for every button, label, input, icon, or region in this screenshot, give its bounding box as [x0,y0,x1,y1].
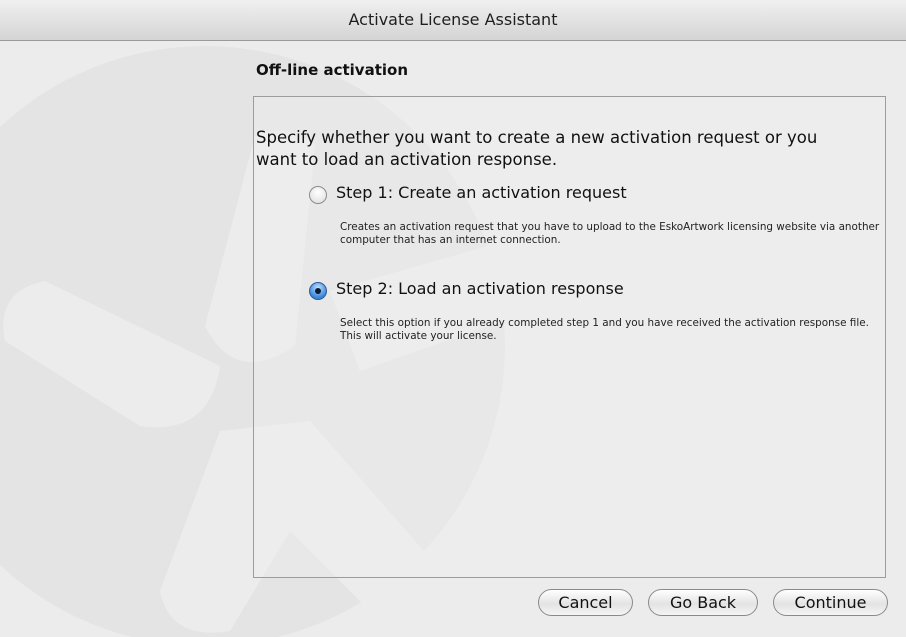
option-label[interactable]: Step 1: Create an activation request [336,183,627,202]
assistant-window: Activate License Assistant Off-line acti… [0,0,906,637]
window-title: Activate License Assistant [0,0,906,41]
radio-load-response[interactable] [309,282,327,300]
cancel-button[interactable]: Cancel [538,589,633,616]
continue-button[interactable]: Continue [773,589,888,616]
intro-text: Specify whether you want to create a new… [256,128,818,169]
radio-create-request[interactable] [309,186,327,204]
page-heading: Off-line activation [256,61,409,79]
radio-selected-dot [315,288,321,294]
option-label[interactable]: Step 2: Load an activation response [336,279,624,298]
option-description: Select this option if you already comple… [340,317,869,342]
option-description: Creates an activation request that you h… [340,221,880,246]
go-back-button[interactable]: Go Back [648,589,758,616]
